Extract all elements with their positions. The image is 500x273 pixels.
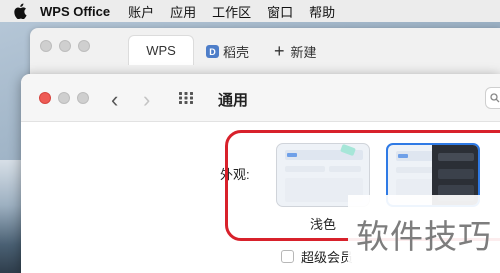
- watermark: 软件技巧: [348, 195, 500, 273]
- tab-wps[interactable]: WPS: [128, 35, 194, 65]
- menu-app-name[interactable]: WPS Office: [40, 4, 110, 19]
- zoom-button[interactable]: [77, 92, 89, 104]
- super-member-checkbox[interactable]: [281, 250, 294, 263]
- plus-icon: +: [274, 41, 285, 61]
- minimize-button[interactable]: [58, 92, 70, 104]
- window-controls: [40, 40, 90, 52]
- forward-chevron-icon[interactable]: ›: [143, 87, 150, 113]
- zoom-button[interactable]: [78, 40, 90, 52]
- new-tab-label: 新建: [290, 45, 317, 60]
- search-input[interactable]: [485, 87, 500, 109]
- menu-apps[interactable]: 应用: [170, 2, 196, 21]
- grid-icon[interactable]: [179, 92, 193, 104]
- menu-help[interactable]: 帮助: [309, 2, 335, 21]
- new-tab-button[interactable]: + 新建: [274, 42, 317, 61]
- menu-bar: WPS Office 账户 应用 工作区 窗口 帮助: [0, 0, 500, 22]
- back-chevron-icon[interactable]: ‹: [111, 87, 118, 113]
- tab-wps-label: WPS: [146, 43, 176, 58]
- menu-window[interactable]: 窗口: [267, 2, 293, 21]
- apple-menu-icon[interactable]: [0, 3, 40, 19]
- close-button[interactable]: [40, 40, 52, 52]
- tab-docer-label: 稻壳: [223, 45, 250, 60]
- window-controls: [39, 92, 89, 104]
- super-member-label: 超级会员: [301, 250, 354, 265]
- close-button[interactable]: [39, 92, 51, 104]
- docer-icon: D: [206, 45, 219, 58]
- menu-workspace[interactable]: 工作区: [212, 2, 251, 21]
- minimize-button[interactable]: [59, 40, 71, 52]
- super-member-option[interactable]: 超级会员: [281, 247, 353, 266]
- preferences-toolbar: ‹ › 通用: [21, 74, 500, 122]
- menu-account[interactable]: 账户: [128, 2, 154, 21]
- tab-docer[interactable]: D 稻壳: [206, 42, 249, 61]
- page-title: 通用: [218, 92, 249, 109]
- search-icon: [490, 93, 500, 103]
